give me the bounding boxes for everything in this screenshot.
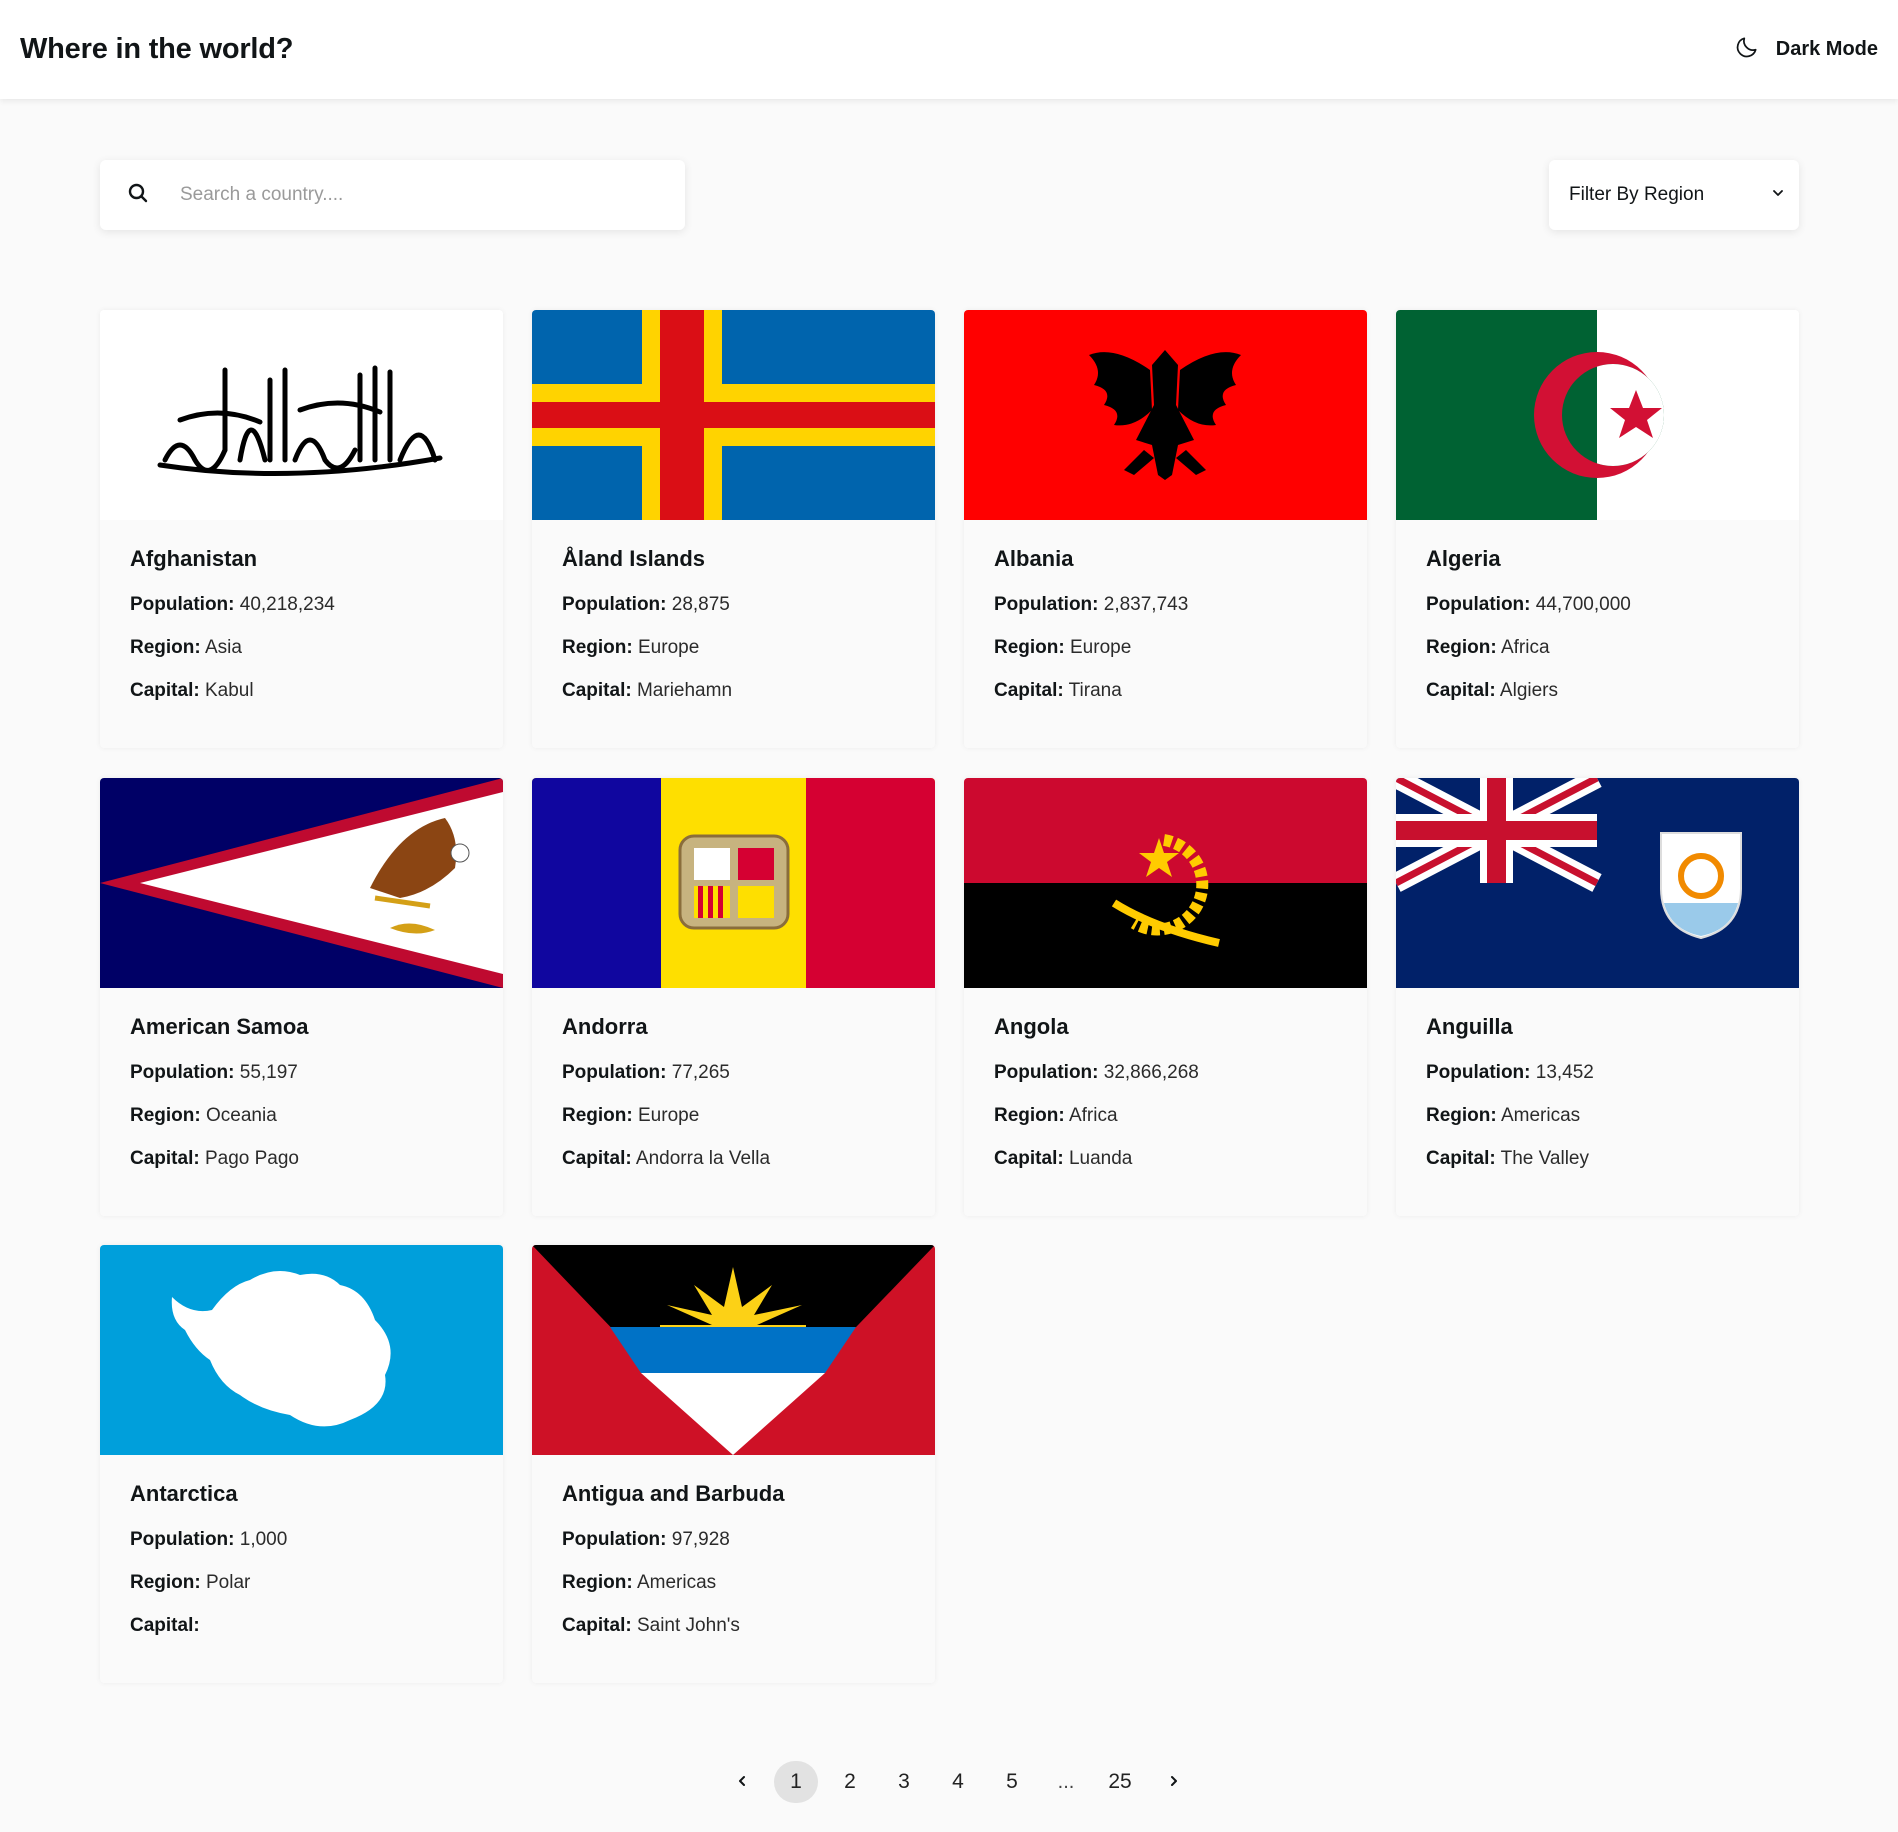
population-line: Population: 28,875 [562,594,730,615]
capital-line: Capital: Luanda [994,1148,1133,1169]
app-header: Where in the world? Dark Mode [0,0,1898,99]
flag-algeria [1396,310,1799,520]
flag-antarctica [100,1245,503,1455]
flag-aland-islands [532,310,935,520]
region-line: Region: Oceania [130,1105,277,1126]
country-name: American Samoa [130,1014,309,1039]
capital-line: Capital: Pago Pago [130,1148,299,1169]
region-line: Region: Europe [562,637,700,658]
country-name: Angola [994,1014,1069,1039]
population-line: Population: 55,197 [130,1062,298,1083]
capital-line: Capital: The Valley [1426,1148,1589,1169]
app-title: Where in the world? [20,33,294,65]
page-button-last[interactable]: 25 [1098,1761,1142,1803]
previous-page-button[interactable] [720,1761,764,1803]
capital-line: Capital: Andorra la Vella [562,1148,771,1169]
flag-andorra [532,778,935,988]
region-filter-label: Filter By Region [1569,184,1705,205]
region-line: Region: Asia [130,637,242,658]
chevron-left-icon [735,1770,749,1794]
region-line: Region: Africa [994,1105,1118,1126]
capital-line: Capital: Algiers [1426,680,1558,701]
page-ellipsis: ... [1057,1770,1075,1793]
flag-albania [964,310,1367,520]
country-card[interactable]: Afghanistan Population: 40,218,234 Regio… [100,310,503,748]
country-card[interactable]: Antarctica Population: 1,000 Region: Pol… [100,1245,503,1683]
search-input[interactable] [180,175,640,215]
search-box [100,160,685,230]
page-button-4[interactable]: 4 [936,1761,980,1803]
country-card[interactable]: Andorra Population: 77,265 Region: Europ… [532,778,935,1216]
population-line: Population: 40,218,234 [130,594,335,615]
page-button-2[interactable]: 2 [828,1761,872,1803]
flag-antigua-and-barbuda [532,1245,935,1455]
chevron-down-icon [1771,184,1785,206]
capital-line: Capital: Saint John's [562,1615,740,1636]
population-line: Population: 97,928 [562,1529,730,1550]
pagination: 1 2 3 4 5 ... 25 [0,1761,1898,1803]
flag-angola [964,778,1367,988]
country-card[interactable]: Algeria Population: 44,700,000 Region: A… [1396,310,1799,748]
capital-line: Capital: Kabul [130,680,254,701]
moon-icon [1734,34,1760,66]
country-card[interactable]: Åland Islands Population: 28,875 Region:… [532,310,935,748]
population-line: Population: 32,866,268 [994,1062,1199,1083]
region-line: Region: Americas [1426,1105,1581,1126]
flag-american-samoa [100,778,503,988]
population-line: Population: 13,452 [1426,1062,1594,1083]
flag-afghanistan [100,310,503,520]
country-name: Albania [994,546,1074,571]
region-line: Region: Europe [562,1105,700,1126]
country-name: Åland Islands [562,546,706,571]
page-button-5[interactable]: 5 [990,1761,1034,1803]
region-line: Region: Americas [562,1572,717,1593]
next-page-button[interactable] [1152,1761,1196,1803]
country-name: Afghanistan [130,546,258,571]
region-line: Region: Polar [130,1572,251,1593]
capital-line: Capital: [130,1615,200,1636]
country-name: Andorra [562,1014,648,1039]
population-line: Population: 77,265 [562,1062,730,1083]
population-line: Population: 44,700,000 [1426,594,1631,615]
country-card[interactable]: American Samoa Population: 55,197 Region… [100,778,503,1216]
chevron-right-icon [1167,1770,1181,1794]
flag-anguilla [1396,778,1799,988]
population-line: Population: 2,837,743 [994,594,1189,615]
region-line: Region: Europe [994,637,1132,658]
country-name: Algeria [1426,546,1501,571]
search-icon [126,181,150,210]
country-card[interactable]: Antigua and Barbuda Population: 97,928 R… [532,1245,935,1683]
country-name: Anguilla [1426,1014,1513,1039]
dark-mode-toggle[interactable]: Dark Mode [1734,34,1878,66]
country-card[interactable]: Angola Population: 32,866,268 Region: Af… [964,778,1367,1216]
page-button-1[interactable]: 1 [774,1761,818,1803]
capital-line: Capital: Tirana [994,680,1122,701]
dark-mode-label: Dark Mode [1775,38,1878,60]
region-filter-select[interactable]: Filter By Region [1549,160,1799,230]
country-name: Antarctica [130,1481,238,1506]
page-button-3[interactable]: 3 [882,1761,926,1803]
capital-line: Capital: Mariehamn [562,680,733,701]
country-name: Antigua and Barbuda [562,1481,785,1506]
region-line: Region: Africa [1426,637,1550,658]
population-line: Population: 1,000 [130,1529,288,1550]
country-card[interactable]: Anguilla Population: 13,452 Region: Amer… [1396,778,1799,1216]
country-card[interactable]: Albania Population: 2,837,743 Region: Eu… [964,310,1367,748]
